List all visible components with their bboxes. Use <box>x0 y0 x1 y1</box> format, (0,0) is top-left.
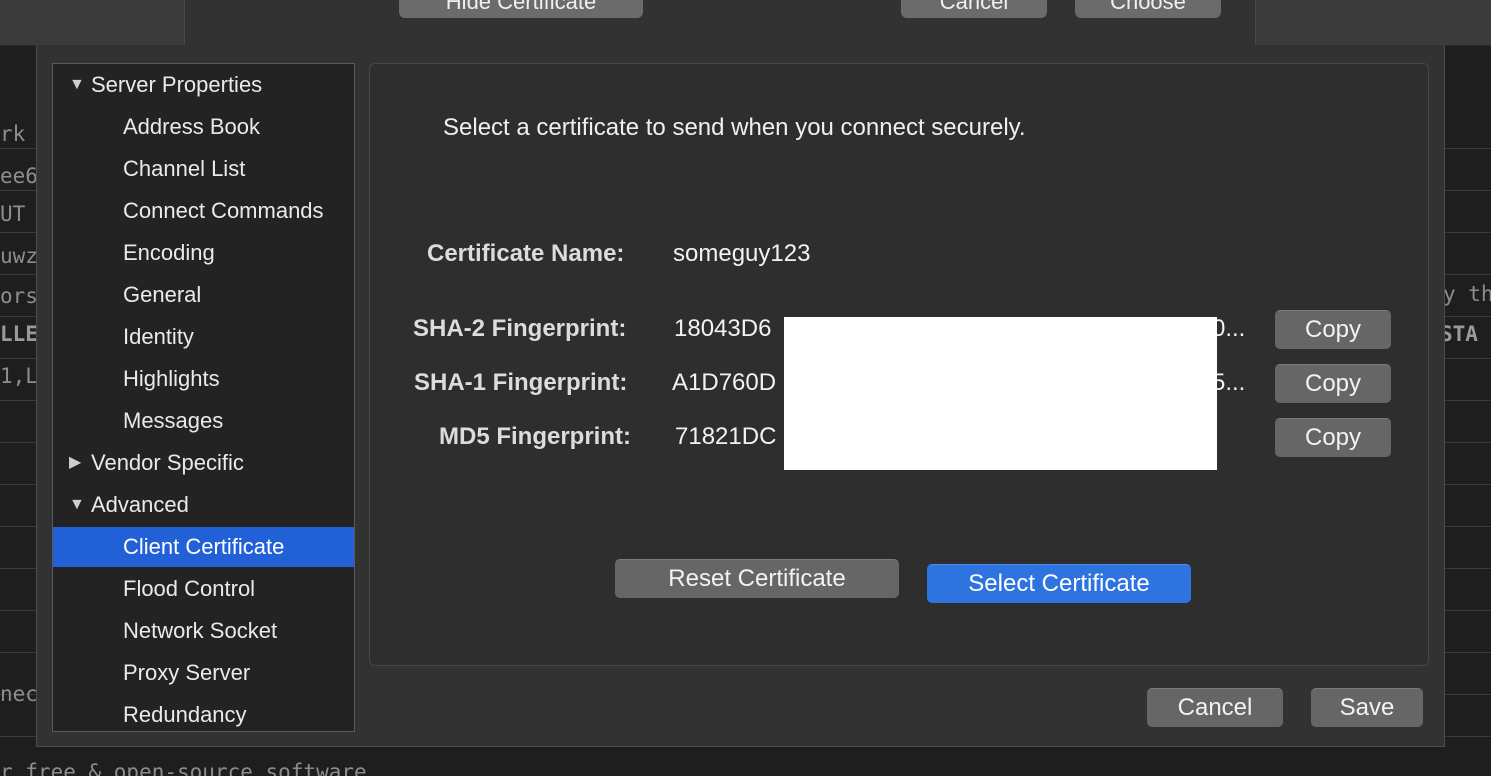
sidebar-item-identity[interactable]: Identity <box>53 317 354 357</box>
sidebar-group-vendor-specific[interactable]: ▶ Vendor Specific <box>53 443 354 483</box>
redaction-block <box>784 317 1217 470</box>
sidebar-item-network-socket[interactable]: Network Socket <box>53 611 354 651</box>
sha1-fingerprint-value-end: 5... <box>1212 369 1246 396</box>
terminal-text: LLE <box>0 322 38 346</box>
terminal-text: uwz <box>0 244 38 268</box>
sidebar-item-messages[interactable]: Messages <box>53 401 354 441</box>
hide-certificate-button[interactable]: Hide Certificate <box>399 0 643 18</box>
sidebar-item-encoding[interactable]: Encoding <box>53 233 354 273</box>
sidebar-item-flood-control[interactable]: Flood Control <box>53 569 354 609</box>
sidebar-item-address-book[interactable]: Address Book <box>53 107 354 147</box>
parent-cancel-button[interactable]: Cancel <box>901 0 1047 18</box>
cancel-button[interactable]: Cancel <box>1147 688 1283 727</box>
certificate-name-value: someguy123 <box>673 240 811 267</box>
instruction-text: Select a certificate to send when you co… <box>443 114 1026 141</box>
save-button[interactable]: Save <box>1311 688 1423 727</box>
terminal-text: UT <box>0 202 26 226</box>
terminal-text: y th <box>1443 282 1491 306</box>
sidebar-item-channel-list[interactable]: Channel List <box>53 149 354 189</box>
terminal-text: STA <box>1440 322 1478 346</box>
disclosure-triangle-icon[interactable]: ▼ <box>69 485 85 525</box>
select-certificate-button[interactable]: Select Certificate <box>927 564 1191 603</box>
sidebar-item-connect-commands[interactable]: Connect Commands <box>53 191 354 231</box>
sidebar-item-redundancy[interactable]: Redundancy <box>53 695 354 731</box>
md5-fingerprint-value: 71821DC <box>675 423 777 450</box>
sidebar-item-label: Vendor Specific <box>91 450 244 475</box>
sha2-fingerprint-label: SHA-2 Fingerprint: <box>413 315 627 342</box>
terminal-text: 1,L <box>0 364 38 388</box>
sidebar-item-highlights[interactable]: Highlights <box>53 359 354 399</box>
sidebar-item-label: Server Properties <box>91 72 263 97</box>
sidebar-item-proxy-server[interactable]: Proxy Server <box>53 653 354 693</box>
sidebar: ▼ Server Properties Address Book Channel… <box>52 63 355 732</box>
copy-sha1-button[interactable]: Copy <box>1275 364 1391 403</box>
sha2-fingerprint-value: 18043D6 <box>674 315 772 342</box>
sidebar-item-client-certificate[interactable]: Client Certificate <box>53 527 354 567</box>
sidebar-item-general[interactable]: General <box>53 275 354 315</box>
disclosure-triangle-icon[interactable]: ▶ <box>69 443 81 483</box>
copy-md5-button[interactable]: Copy <box>1275 418 1391 457</box>
choose-button[interactable]: Choose <box>1075 0 1221 18</box>
reset-certificate-button[interactable]: Reset Certificate <box>615 559 899 598</box>
terminal-text: nec <box>0 682 38 706</box>
terminal-footer-text: r free & open-source software <box>0 760 367 776</box>
sidebar-group-advanced[interactable]: ▼ Advanced <box>53 485 354 525</box>
disclosure-triangle-icon[interactable]: ▼ <box>69 65 85 105</box>
terminal-text: ee6 <box>0 164 38 188</box>
sha1-fingerprint-label: SHA-1 Fingerprint: <box>414 369 628 396</box>
sidebar-group-server-properties[interactable]: ▼ Server Properties <box>53 65 354 105</box>
sha1-fingerprint-value: A1D760D <box>672 369 777 396</box>
parent-sheet: Hide Certificate Cancel Choose <box>184 0 1256 50</box>
md5-fingerprint-label: MD5 Fingerprint: <box>439 423 631 450</box>
copy-sha2-button[interactable]: Copy <box>1275 310 1391 349</box>
sidebar-item-label: Advanced <box>91 492 189 517</box>
certificate-name-label: Certificate Name: <box>427 240 625 267</box>
sha2-fingerprint-value-end: 0... <box>1212 315 1246 342</box>
